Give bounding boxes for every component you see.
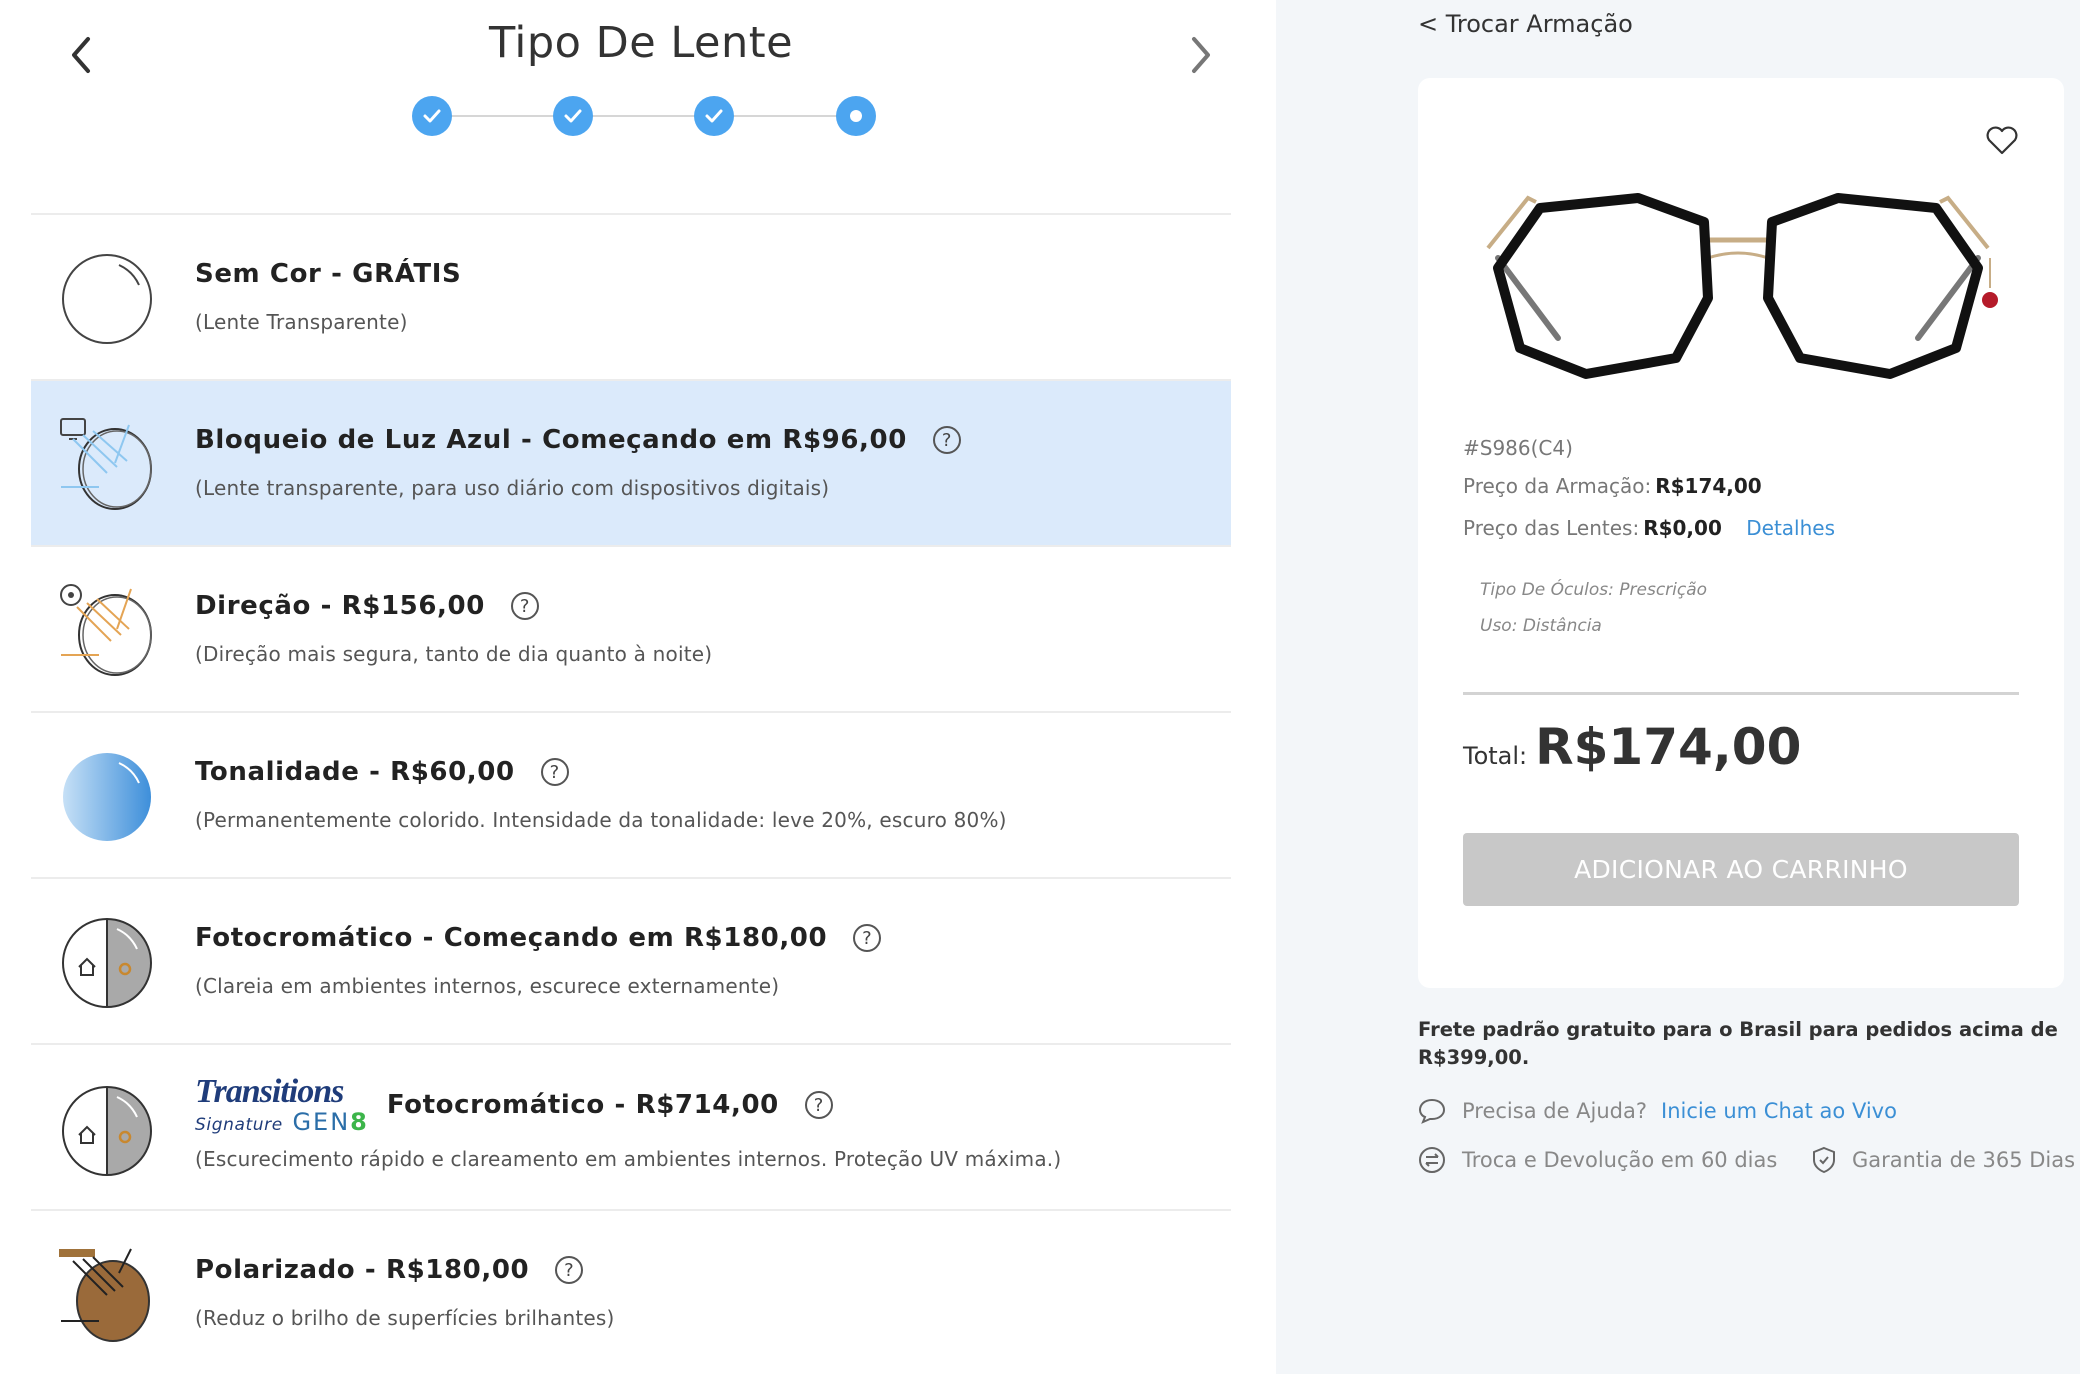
help-question-icon[interactable]: ?: [853, 924, 882, 952]
help-question-icon[interactable]: ?: [804, 1091, 833, 1119]
frame-price-line: Preço da Armação: R$174,00: [1463, 474, 1762, 498]
frame-price-label: Preço da Armação:: [1463, 474, 1652, 498]
brand-sub: Signature: [195, 1115, 283, 1135]
lens-option-desc: (Escurecimento rápido e clareamento em a…: [195, 1147, 1062, 1171]
lens-option-tint[interactable]: Tonalidade - R$60,00 ? (Permanentemente …: [31, 713, 1231, 879]
lens-option-desc: (Lente Transparente): [195, 310, 408, 334]
usage-info: Uso: Distância: [1480, 616, 1602, 636]
help-question-icon[interactable]: ?: [540, 758, 569, 786]
lens-price-line: Preço das Lentes: R$0,00 Detalhes: [1463, 516, 1835, 540]
live-chat-link[interactable]: Inicie um Chat ao Vivo: [1661, 1099, 1897, 1123]
lens-option-title: Sem Cor - GRÁTIS: [195, 259, 462, 289]
warranty-row: Garantia de 365 Dias: [1812, 1146, 2075, 1174]
tinted-lens-icon: [59, 749, 155, 845]
help-text: Precisa de Ajuda?: [1462, 1099, 1648, 1123]
lens-option-title: Direção - R$156,00 ?: [195, 591, 539, 621]
lens-options-list: Sem Cor - GRÁTIS (Lente Transparente) Bl…: [31, 213, 1231, 1374]
glasses-product-image: [1468, 188, 2008, 478]
add-to-cart-button[interactable]: ADICIONAR AO CARRINHO: [1463, 833, 2019, 906]
shield-icon: [1813, 1146, 1835, 1174]
lens-option-desc: (Direção mais segura, tanto de dia quant…: [195, 642, 713, 666]
lens-option-title-text: Fotocromático - R$714,00: [386, 1090, 779, 1120]
lens-option-driving[interactable]: Direção - R$156,00 ? (Direção mais segur…: [31, 547, 1231, 713]
transitions-brand-logo: Transitions Signature GEN8: [195, 1075, 369, 1135]
details-link[interactable]: Detalhes: [1746, 516, 1835, 540]
polarized-lens-icon: [59, 1247, 155, 1343]
order-total: Total: R$174,00: [1463, 718, 1801, 776]
lens-option-photochromic[interactable]: Fotocromático - Começando em R$180,00 ? …: [31, 879, 1231, 1045]
step-2-complete-check-icon: [553, 96, 593, 136]
help-row: Precisa de Ajuda? Inicie um Chat ao Vivo: [1418, 1098, 1897, 1124]
help-question-icon[interactable]: ?: [555, 1256, 584, 1284]
lens-option-title: Transitions Signature GEN8 Fotocromático…: [195, 1075, 833, 1135]
lens-option-title: Fotocromático - Começando em R$180,00 ?: [195, 923, 882, 953]
page-title: Tipo De Lente: [488, 18, 794, 68]
frame-price-value: R$174,00: [1655, 474, 1762, 498]
lens-option-polarized[interactable]: Polarizado - R$180,00 ? (Reduz o brilho …: [31, 1211, 1231, 1374]
lens-option-title-text: Fotocromático - Começando em R$180,00: [195, 923, 828, 953]
warranty-text: Garantia de 365 Dias: [1852, 1148, 2076, 1172]
lens-selection-panel: Tipo De Lente Sem Cor - GRÁTIS (Lente Tr…: [0, 0, 1276, 1374]
change-frame-link[interactable]: < Trocar Armação: [1418, 10, 1633, 38]
total-value: R$174,00: [1535, 718, 1802, 776]
stepper-line: [432, 115, 852, 117]
glasses-type-info: Tipo De Óculos: Prescrição: [1480, 580, 1708, 600]
lens-option-desc: (Permanentemente colorido. Intensidade d…: [195, 808, 1007, 832]
exchange-icon: [1419, 1147, 1445, 1173]
lens-option-clear[interactable]: Sem Cor - GRÁTIS (Lente Transparente): [31, 215, 1231, 381]
step-4-current-dot-icon: [836, 96, 876, 136]
blue-light-lens-icon: [59, 417, 155, 513]
photochromic-lens-icon: [59, 915, 155, 1011]
divider: [1463, 692, 2019, 695]
step-1-complete-check-icon: [412, 96, 452, 136]
lens-option-title: Tonalidade - R$60,00 ?: [195, 757, 569, 787]
lens-option-desc: (Reduz o brilho de superfícies brilhante…: [195, 1306, 615, 1330]
brand-name: Transitions: [195, 1073, 344, 1110]
transitions-lens-icon: [59, 1083, 155, 1179]
brand-gen-number: 8: [350, 1108, 369, 1136]
product-sku: #S986(C4): [1463, 436, 1573, 460]
next-step-arrow-icon[interactable]: [1176, 30, 1226, 80]
lens-price-value: R$0,00: [1643, 516, 1722, 540]
order-summary-panel: < Trocar Armação #S986(C4) Preço da Arma…: [1276, 0, 2080, 1374]
shipping-notice: Frete padrão gratuito para o Brasil para…: [1418, 1018, 2058, 1069]
returns-row: Troca e Devolução em 60 dias: [1418, 1146, 1777, 1174]
returns-text: Troca e Devolução em 60 dias: [1462, 1148, 1778, 1172]
lens-option-blue-light[interactable]: Bloqueio de Luz Azul - Começando em R$96…: [31, 381, 1231, 547]
heart-icon[interactable]: [1984, 122, 2020, 158]
product-card: #S986(C4) Preço da Armação: R$174,00 Preç…: [1418, 78, 2064, 988]
lens-option-desc: (Clareia em ambientes internos, escurece…: [195, 974, 780, 998]
lens-option-title-text: Bloqueio de Luz Azul - Começando em R$96…: [195, 425, 907, 455]
lens-option-title: Bloqueio de Luz Azul - Começando em R$96…: [195, 425, 961, 455]
lens-option-title-text: Polarizado - R$180,00: [195, 1255, 530, 1285]
step-3-complete-check-icon: [694, 96, 734, 136]
lens-option-desc: (Lente transparente, para uso diário com…: [195, 476, 830, 500]
lens-option-title: Polarizado - R$180,00 ?: [195, 1255, 584, 1285]
driving-lens-icon: [59, 583, 155, 679]
lens-price-label: Preço das Lentes:: [1463, 516, 1640, 540]
brand-gen-text: GEN: [292, 1108, 351, 1136]
lens-option-title-text: Direção - R$156,00: [195, 591, 485, 621]
help-question-icon[interactable]: ?: [932, 426, 961, 454]
brand-gen: GEN8: [292, 1108, 368, 1136]
lens-option-title-text: Tonalidade - R$60,00: [195, 757, 515, 787]
help-question-icon[interactable]: ?: [510, 592, 539, 620]
chat-bubble-icon: [1418, 1098, 1446, 1124]
clear-lens-icon: [59, 251, 155, 347]
lens-option-transitions[interactable]: Transitions Signature GEN8 Fotocromático…: [31, 1045, 1231, 1211]
progress-stepper: [412, 96, 876, 136]
total-label: Total:: [1463, 742, 1528, 770]
